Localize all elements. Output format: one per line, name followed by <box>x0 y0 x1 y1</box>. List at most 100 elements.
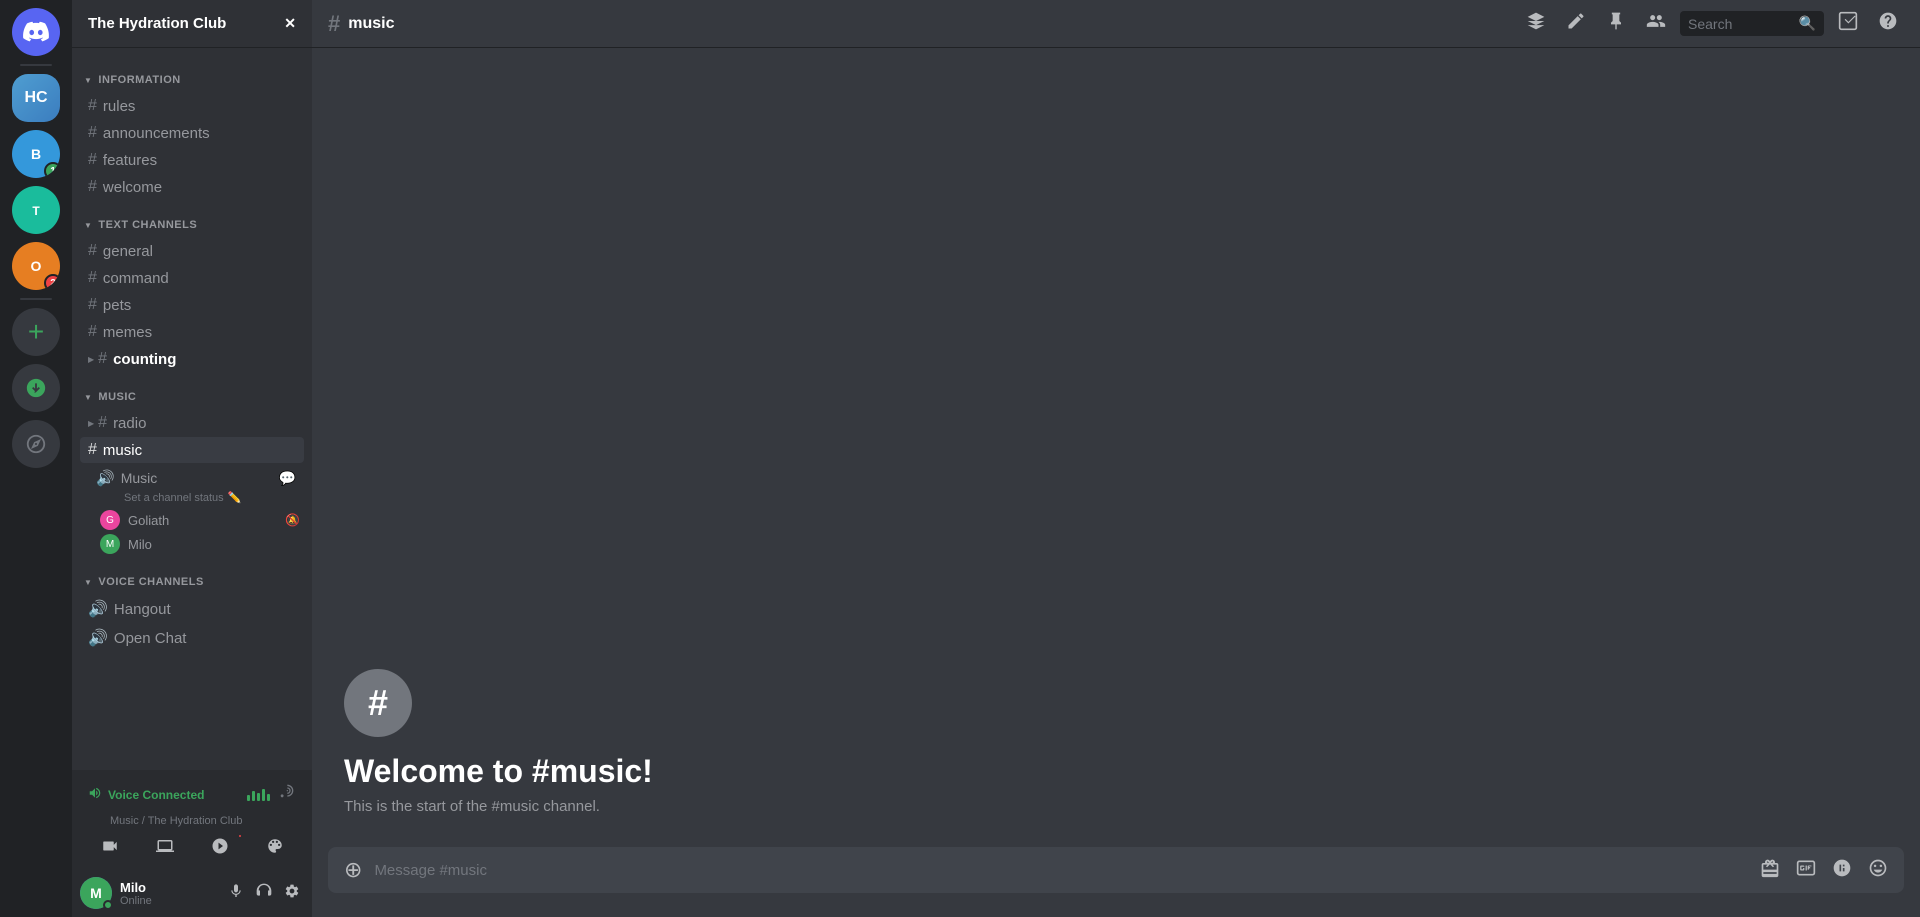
vc-user-milo[interactable]: M Milo <box>96 532 304 556</box>
voice-action-effects[interactable] <box>249 831 300 861</box>
category-header-text[interactable]: ▼ TEXT CHANNELS <box>80 217 304 233</box>
chat-messages: # Welcome to #music! This is the start o… <box>312 48 1920 847</box>
channel-item-hangout[interactable]: 🔊 Hangout <box>80 595 304 623</box>
channel-item-features[interactable]: # features <box>80 147 304 173</box>
music-channel-status[interactable]: Set a channel status ✏️ <box>124 491 304 508</box>
server-icon-download[interactable] <box>12 364 60 412</box>
hash-icon-features: # <box>88 151 97 169</box>
server-icon-discord-home[interactable] <box>12 8 60 56</box>
voice-status-text: Voice Connected <box>108 788 204 802</box>
channel-item-radio[interactable]: ▶ # radio <box>80 410 304 436</box>
server-icon-teal[interactable]: T <box>12 186 60 234</box>
channel-title: # music <box>328 11 395 37</box>
message-add-icon[interactable]: ⊕ <box>340 847 366 893</box>
hash-icon-general: # <box>88 242 97 260</box>
server-dropdown-icon: ✕ <box>284 15 296 32</box>
hash-icon-counting: # <box>98 350 107 368</box>
channel-name-rules: rules <box>103 98 136 115</box>
search-input[interactable] <box>1688 16 1791 32</box>
vc-user-name-goliath: Goliath <box>128 513 169 528</box>
message-input-actions <box>1756 854 1892 887</box>
search-icon: 🔍 <box>1799 15 1816 32</box>
channel-name-counting: counting <box>113 351 176 368</box>
channel-item-command[interactable]: # command <box>80 265 304 291</box>
top-bar-actions: 🔍 <box>1520 7 1904 40</box>
inbox-icon-button[interactable] <box>1832 7 1864 40</box>
category-header-music[interactable]: ▼ MUSIC <box>80 389 304 405</box>
hash-icon-command: # <box>88 269 97 287</box>
vc-user-avatar-goliath: G <box>100 510 120 530</box>
voice-action-video[interactable] <box>84 831 135 861</box>
channel-item-rules[interactable]: # rules <box>80 93 304 119</box>
hash-icon-radio: # <box>98 414 107 432</box>
server-icon-hydration[interactable]: HC <box>12 74 60 122</box>
channel-item-music[interactable]: # music <box>80 437 304 463</box>
user-avatar[interactable]: M <box>80 877 112 909</box>
message-input[interactable] <box>374 851 1748 890</box>
server-icon-orange[interactable]: O 2 <box>12 242 60 290</box>
server-list: HC B 1 T O 2 + <box>0 0 72 917</box>
voice-action-activities[interactable] <box>194 831 245 861</box>
user-name: Milo <box>120 880 216 895</box>
category-arrow-voice: ▼ <box>84 578 92 587</box>
radio-expand-arrow: ▶ <box>88 419 94 428</box>
edit-icon-button[interactable] <box>1560 7 1592 40</box>
music-status-edit-icon: ✏️ <box>228 491 242 504</box>
gif-icon-button[interactable] <box>1792 854 1820 887</box>
category-header-information[interactable]: ▼ INFORMATION <box>80 72 304 88</box>
main-content: # music <box>312 0 1920 917</box>
category-text-channels: ▼ TEXT CHANNELS <box>72 201 312 237</box>
category-voice-channels: ▼ VOICE CHANNELS <box>72 558 312 594</box>
music-voice-header[interactable]: 🔊 Music 💬 <box>88 465 304 491</box>
channel-item-openchat[interactable]: 🔊 Open Chat <box>80 624 304 652</box>
user-mute-button[interactable] <box>224 879 248 908</box>
voice-wave-icon <box>88 786 102 803</box>
help-icon-button[interactable] <box>1872 7 1904 40</box>
welcome-description: This is the start of the #music channel. <box>344 798 1888 815</box>
user-headset-button[interactable] <box>252 879 276 908</box>
welcome-hash-icon: # <box>344 669 412 737</box>
channel-item-welcome[interactable]: # welcome <box>80 174 304 200</box>
voice-action-screen[interactable] <box>139 831 190 861</box>
hash-icon-announcements: # <box>88 124 97 142</box>
server-icon-blue1[interactable]: B 1 <box>12 130 60 178</box>
server-icon-explore[interactable] <box>12 420 60 468</box>
counting-expand-arrow: ▶ <box>88 355 94 364</box>
server-divider <box>20 64 52 66</box>
channel-item-memes[interactable]: # memes <box>80 319 304 345</box>
voice-disconnect-button[interactable] <box>276 782 296 807</box>
category-header-voice[interactable]: ▼ VOICE CHANNELS <box>80 574 304 590</box>
user-info: Milo Online <box>120 880 216 907</box>
message-input-area: ⊕ <box>312 847 1920 917</box>
gift-icon-button[interactable] <box>1756 854 1784 887</box>
members-icon-button[interactable] <box>1640 7 1672 40</box>
sticker-icon-button[interactable] <box>1828 854 1856 887</box>
user-status-dot <box>103 900 113 910</box>
server-icon-add[interactable]: + <box>12 308 60 356</box>
svg-text:O: O <box>31 258 42 274</box>
server-header[interactable]: The Hydration Club ✕ <box>72 0 312 48</box>
pin-icon-button[interactable] <box>1600 7 1632 40</box>
music-voice-icon: 🔊 <box>96 469 115 487</box>
music-voice-container: 🔊 Music 💬 Set a channel status ✏️ G Goli… <box>88 465 304 556</box>
voice-bar: Voice Connected Music / The Hydration Cl… <box>72 770 312 869</box>
channel-name-radio: radio <box>113 415 146 432</box>
hash-icon-welcome: # <box>88 178 97 196</box>
channel-name-general: general <box>103 243 153 260</box>
vc-user-name-milo: Milo <box>128 537 152 552</box>
category-arrow-music: ▼ <box>84 393 92 402</box>
channel-item-general[interactable]: # general <box>80 238 304 264</box>
search-bar[interactable]: 🔍 <box>1680 11 1824 36</box>
channel-item-pets[interactable]: # pets <box>80 292 304 318</box>
emoji-icon-button[interactable] <box>1864 854 1892 887</box>
channel-name-command: command <box>103 270 169 287</box>
vc-user-goliath[interactable]: G Goliath 🔕 <box>96 508 304 532</box>
boost-icon-button[interactable] <box>1520 7 1552 40</box>
music-status-text: Set a channel status <box>124 492 224 504</box>
channel-item-announcements[interactable]: # announcements <box>80 120 304 146</box>
user-settings-button[interactable] <box>280 879 304 908</box>
user-status: Online <box>120 895 216 907</box>
message-input-wrapper: ⊕ <box>328 847 1904 893</box>
channel-title-text: music <box>348 15 394 33</box>
channel-item-counting[interactable]: ▶ # counting <box>80 346 304 372</box>
